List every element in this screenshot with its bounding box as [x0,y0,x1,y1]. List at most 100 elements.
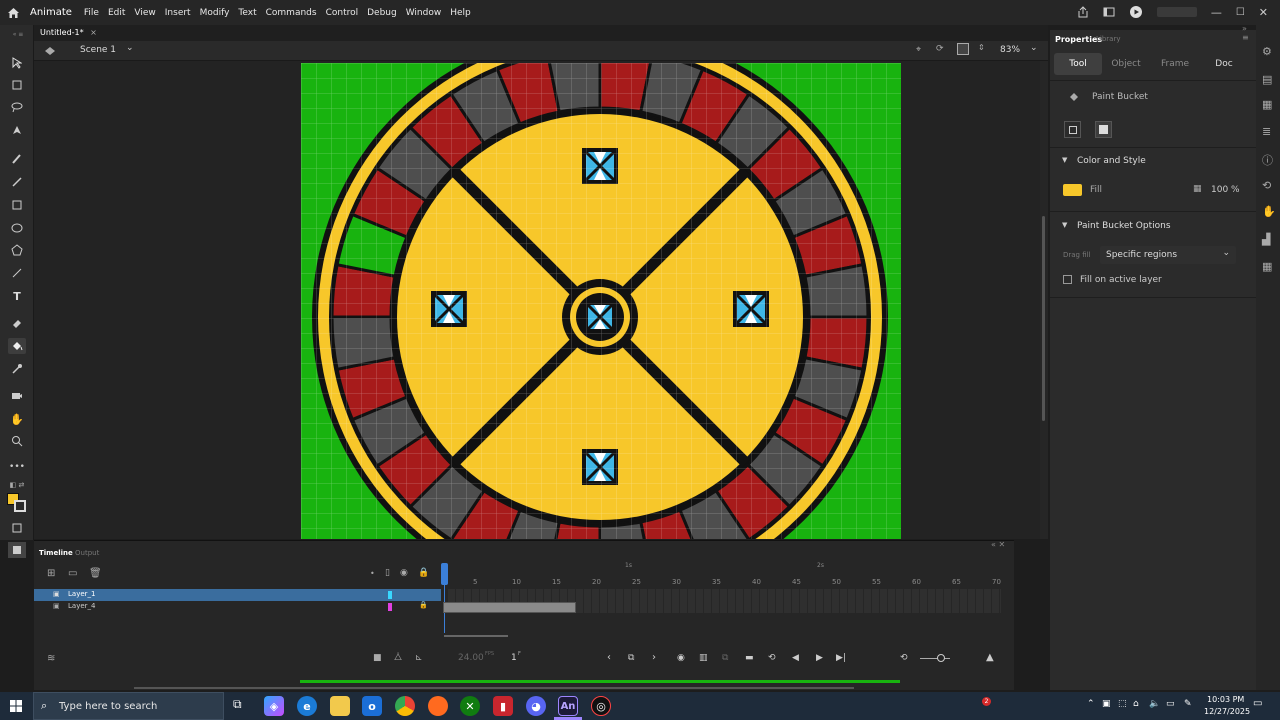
actions-icon[interactable]: ✋ [1262,205,1276,218]
free-transform-icon[interactable] [8,77,26,93]
selection-tool-icon[interactable] [8,55,26,71]
fps-value[interactable]: 24.00 [458,653,484,663]
network-icon[interactable]: ▭ [1166,699,1175,709]
layer-name[interactable]: Layer_4 [68,602,95,610]
drag-fill-dropdown[interactable]: Specific regions ⌄ [1100,246,1236,264]
scene-dropdown-icon[interactable]: ⌄ [126,43,134,53]
more-tools-icon[interactable]: ••• [8,459,26,475]
tray-icon[interactable]: ⬚ [1118,699,1127,709]
lock-icon[interactable]: 🔒 [418,568,429,578]
menu-debug[interactable]: Debug [367,8,397,18]
fill-opacity[interactable]: 100 % [1211,185,1240,195]
tween-icon[interactable]: ⧉ [722,653,728,663]
delete-icon[interactable]: 🗑 [89,568,102,579]
library-panel-icon[interactable]: ▤ [1262,73,1272,86]
color-style-header[interactable]: Color and Style [1077,156,1146,166]
insert-keyframe-icon[interactable]: ⧉ [628,653,634,663]
document-tab[interactable]: Untitled-1* × [40,28,97,37]
copilot-icon[interactable]: ◈ [264,696,284,716]
discord-icon[interactable]: ◕ [526,696,546,716]
paint-bucket-icon[interactable] [8,338,26,354]
tab-tool[interactable]: Tool [1054,53,1102,75]
lasso-icon[interactable] [8,99,26,115]
stage-canvas[interactable] [34,61,1040,539]
search-box[interactable] [1156,7,1197,17]
snap-icon[interactable] [8,542,26,558]
blender-icon[interactable] [428,696,448,716]
close-icon[interactable]: ✕ [1259,6,1268,19]
clock-date[interactable]: 12/27/2025 [1204,707,1250,716]
file-explorer-icon[interactable] [330,696,350,716]
chart-icon[interactable]: ▟ [1262,233,1270,246]
zoom-value[interactable]: 83% [1000,45,1020,55]
onion-skin-icon[interactable]: ◉ [677,653,685,663]
play-icon[interactable]: ▶ [816,653,823,663]
stage-vertical-scrollbar[interactable] [1040,61,1048,539]
stroke-toggle[interactable] [1064,121,1081,138]
panel-menu-icon[interactable]: » ≡ [1242,24,1256,42]
obs-icon[interactable]: ◎ [591,696,611,716]
tab-frame[interactable]: Frame [1155,53,1195,75]
horizontal-scroll[interactable] [444,635,508,637]
tab-doc[interactable]: Doc [1204,53,1244,75]
line-tool-icon[interactable] [8,265,26,281]
center-stage-icon[interactable]: ⌖ [916,45,921,55]
animate-taskbar-icon[interactable]: An [558,696,578,716]
visibility-icon[interactable]: ◉ [400,568,408,578]
graph-icon[interactable]: ⊾ [415,653,423,663]
layer-color-swatch[interactable] [388,591,392,599]
timeline-zoom-slider[interactable] [920,658,950,659]
collapse-chevron-icon[interactable]: ▼ [1062,156,1067,164]
tray-icon[interactable]: ⌂ [1133,699,1139,709]
new-layer-icon[interactable]: ⊞ [47,568,55,579]
clock-time[interactable]: 10:03 PM [1207,695,1244,704]
motion-presets-icon[interactable]: ⟲ [1262,179,1271,192]
clip-stage-icon[interactable] [957,43,969,55]
rotate-icon[interactable]: ⟳ [936,44,944,54]
frame-ruler[interactable]: 5 10 15 20 25 30 35 40 45 50 55 60 65 70… [444,541,1004,596]
window-layout-icon[interactable] [1103,6,1115,18]
step-back-icon[interactable]: ◀ [792,653,799,663]
tab-library[interactable]: Library [1096,35,1120,43]
menu-edit[interactable]: Edit [108,8,125,18]
bucket-options-header[interactable]: Paint Bucket Options [1077,221,1171,231]
next-keyframe-icon[interactable]: › [652,652,656,663]
test-movie-icon[interactable] [1129,5,1143,19]
layer-name[interactable]: Layer_1 [68,590,95,598]
menu-insert[interactable]: Insert [165,8,191,18]
active-layer-checkbox[interactable] [1063,275,1072,284]
minimize-icon[interactable]: — [1211,6,1222,19]
layer-lock-icon[interactable]: 🔒 [419,601,428,609]
outlook-icon[interactable]: o [362,696,382,716]
chrome-icon[interactable] [395,696,415,716]
menu-file[interactable]: File [84,8,99,18]
edge-icon[interactable]: e [297,696,317,716]
layers-icon[interactable]: ≋ [47,653,55,664]
rectangle-tool-icon[interactable] [8,197,26,213]
pen-icon[interactable]: ✎ [1184,699,1192,709]
highlight-icon[interactable]: • [370,569,375,578]
zoom-tool-icon[interactable] [8,433,26,449]
menu-commands[interactable]: Commands [266,8,317,18]
xbox-icon[interactable]: ✕ [460,696,480,716]
home-icon[interactable] [2,0,24,25]
tab-output[interactable]: Output [75,549,99,557]
brush-icon[interactable] [8,151,26,167]
task-view-icon[interactable]: ⧉ [233,697,242,712]
expand-icon[interactable]: ▲ [986,652,994,663]
frame-options-icon[interactable]: ▬ [745,653,754,663]
close-tab-icon[interactable]: × [90,28,97,37]
swap-colors-icon[interactable]: ◧ ⇄ [8,477,26,493]
scene-name[interactable]: Scene 1 [80,45,116,55]
fill-swatch[interactable] [1063,184,1082,196]
loop-icon[interactable]: ⟲ [768,653,776,663]
tab-timeline[interactable]: Timeline [39,549,73,557]
playhead[interactable] [441,563,448,585]
polygon-tool-icon[interactable] [8,242,26,258]
menu-window[interactable]: Window [406,8,442,18]
menu-control[interactable]: Control [326,8,359,18]
tray-icon[interactable]: ▣ [1102,699,1111,709]
volume-icon[interactable]: 🔈 [1149,699,1160,709]
menu-view[interactable]: View [134,8,155,18]
info-icon[interactable]: ⓘ [1262,152,1273,168]
